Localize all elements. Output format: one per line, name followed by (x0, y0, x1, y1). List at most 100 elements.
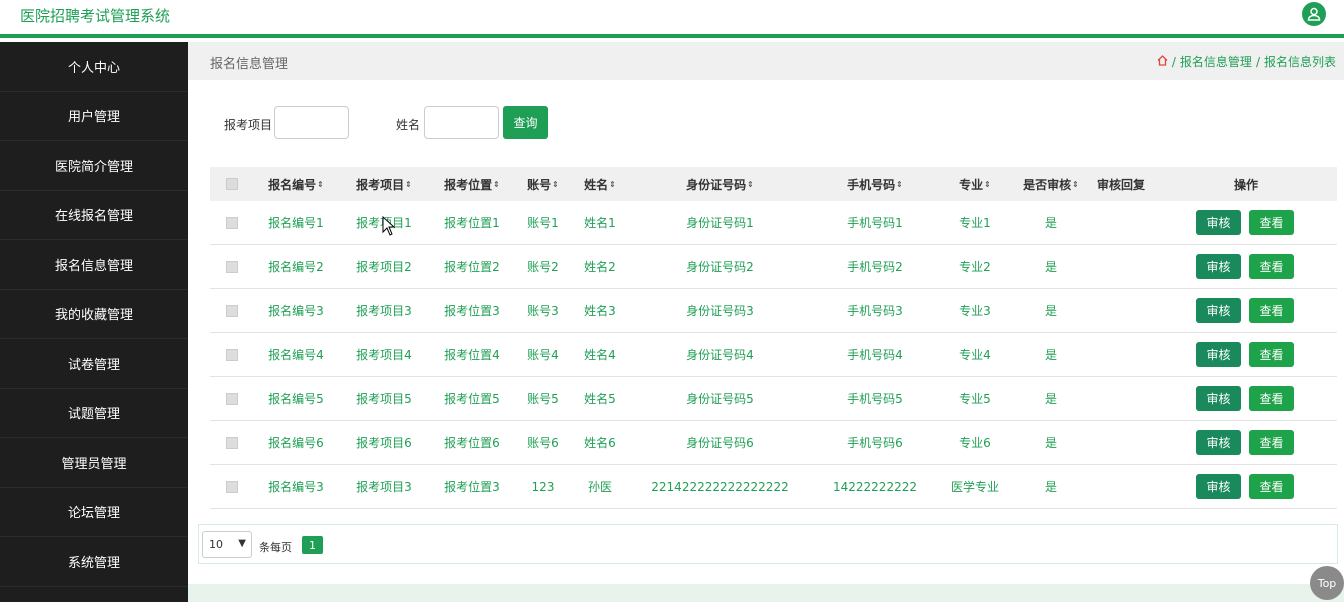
audit-button[interactable]: 审核 (1196, 342, 1241, 367)
column-header-label: 账号 (527, 177, 552, 192)
row-checkbox[interactable] (222, 377, 242, 420)
column-header[interactable]: 是否审核 ⇕ (1016, 167, 1086, 201)
sort-icon[interactable]: ⇕ (317, 180, 324, 189)
table-cell: 报名编号5 (268, 392, 324, 406)
table-cell: 专业6 (959, 436, 991, 450)
table-cell: 报考项目2 (356, 260, 412, 274)
column-header[interactable]: 报考位置 ⇕ (432, 167, 512, 201)
row-checkbox[interactable] (222, 245, 242, 288)
sidebar-item[interactable]: 用户管理 (0, 92, 188, 141)
view-button[interactable]: 查看 (1249, 386, 1294, 411)
sidebar-item[interactable]: 系统管理 (0, 537, 188, 587)
table-cell: 报名编号3 (268, 480, 324, 494)
table-cell: 报考位置4 (444, 348, 500, 362)
table-cell (1086, 289, 1156, 332)
audit-button[interactable]: 审核 (1196, 210, 1241, 235)
sidebar-item[interactable]: 在线报名管理 (0, 191, 188, 240)
column-header[interactable]: 姓名 ⇕ (570, 167, 630, 201)
table-row: 报名编号3 报考项目3 报考位置3 账号3 姓名3 身份证号码3 手机号码3 专业3 是 审核 查看 (210, 289, 1337, 333)
select-all-checkbox[interactable] (222, 167, 242, 201)
view-button[interactable]: 查看 (1249, 298, 1294, 323)
sort-icon[interactable]: ⇕ (493, 180, 500, 189)
sort-icon[interactable]: ⇕ (405, 180, 412, 189)
table-cell: 是 (1044, 436, 1057, 450)
table-cell: 是 (1044, 348, 1057, 362)
column-header[interactable]: 身份证号码 ⇕ (645, 167, 795, 201)
row-checkbox[interactable] (222, 421, 242, 464)
query-button[interactable]: 查询 (503, 106, 548, 139)
page-size-value: 10 (209, 538, 223, 551)
chevron-down-icon: ▼ (238, 538, 246, 549)
name-input[interactable] (424, 106, 499, 139)
sort-icon[interactable]: ⇕ (984, 180, 991, 189)
table-cell: 账号6 (527, 436, 559, 450)
sidebar-item[interactable]: 管理员管理 (0, 438, 188, 488)
sidebar-item[interactable]: 个人中心 (0, 42, 188, 92)
table-cell: 手机号码2 (847, 260, 903, 274)
audit-button[interactable]: 审核 (1196, 474, 1241, 499)
view-button[interactable]: 查看 (1249, 254, 1294, 279)
table-cell: 账号4 (527, 348, 559, 362)
column-header[interactable]: 账号 ⇕ (518, 167, 568, 201)
sidebar-item[interactable]: 试题管理 (0, 389, 188, 438)
table-cell: 姓名2 (584, 260, 616, 274)
sidebar-item[interactable]: 论坛管理 (0, 488, 188, 537)
mouse-cursor-icon (382, 215, 396, 239)
table-cell: 姓名1 (584, 216, 616, 230)
column-header-label: 报考项目 (356, 177, 405, 192)
breadcrumb-level1[interactable]: 报名信息管理 (1180, 53, 1252, 70)
audit-button[interactable]: 审核 (1196, 386, 1241, 411)
page-size-select[interactable]: 10 ▼ (202, 531, 252, 558)
row-checkbox[interactable] (222, 465, 242, 508)
sidebar-item[interactable]: 我的收藏管理 (0, 290, 188, 339)
table-cell: 账号2 (527, 260, 559, 274)
sort-icon[interactable]: ⇕ (896, 180, 903, 189)
column-header[interactable]: 报考项目 ⇕ (344, 167, 424, 201)
table-cell (1086, 201, 1156, 244)
sidebar-item[interactable]: 医院简介管理 (0, 141, 188, 191)
table-cell: 报考位置1 (444, 216, 500, 230)
row-checkbox[interactable] (222, 333, 242, 376)
home-icon[interactable] (1157, 54, 1168, 69)
table-cell (1086, 333, 1156, 376)
column-header-label: 姓名 (584, 177, 609, 192)
audit-button[interactable]: 审核 (1196, 430, 1241, 455)
table-cell: 姓名4 (584, 348, 616, 362)
audit-button[interactable]: 审核 (1196, 298, 1241, 323)
table-cell: 报名编号4 (268, 348, 324, 362)
sidebar-item[interactable]: 试卷管理 (0, 339, 188, 389)
sort-icon[interactable]: ⇕ (1072, 180, 1079, 189)
table-cell: 专业4 (959, 348, 991, 362)
table-row: 报名编号1报考项目1报考位置1账号1姓名1身份证号码1手机号码1专业1是审核查看 (210, 201, 1337, 245)
table-cell (1086, 377, 1156, 420)
project-label: 报考项目 (224, 118, 273, 132)
table-cell: 是 (1044, 304, 1057, 318)
table-cell: 手机号码5 (847, 392, 903, 406)
column-header[interactable]: 专业 ⇕ (940, 167, 1010, 201)
sort-icon[interactable]: ⇕ (609, 180, 616, 189)
row-checkbox[interactable] (222, 289, 242, 332)
sort-icon[interactable]: ⇕ (747, 180, 754, 189)
project-input[interactable] (274, 106, 349, 139)
table-cell: 是 (1044, 216, 1057, 230)
row-checkbox[interactable] (222, 201, 242, 244)
sidebar-item[interactable]: 报名信息管理 (0, 240, 188, 290)
page-number-button[interactable]: 1 (302, 536, 323, 554)
table-row: 报名编号4 报考项目4 报考位置4 账号4 姓名4 身份证号码4 手机号码4 专业4 是 审核 查看 (210, 333, 1337, 377)
sort-icon[interactable]: ⇕ (552, 180, 559, 189)
view-button[interactable]: 查看 (1249, 474, 1294, 499)
user-avatar-icon[interactable] (1302, 2, 1326, 26)
main-content: 报名信息管理 / 报名信息管理 / 报名信息列表 报考项目 姓名 查询 报名编号… (188, 42, 1344, 602)
column-header[interactable]: 手机号码 ⇕ (820, 167, 930, 201)
table-cell: 221422222222222222 (651, 479, 789, 494)
column-header[interactable]: 报名编号 ⇕ (256, 167, 336, 201)
view-button[interactable]: 查看 (1249, 210, 1294, 235)
back-to-top-button[interactable]: Top (1310, 566, 1344, 600)
view-button[interactable]: 查看 (1249, 342, 1294, 367)
table-cell: 报考位置3 (444, 304, 500, 318)
view-button[interactable]: 查看 (1249, 430, 1294, 455)
audit-button[interactable]: 审核 (1196, 254, 1241, 279)
search-form: 报考项目 姓名 查询 (188, 106, 788, 140)
breadcrumb-separator: / (1255, 54, 1260, 69)
breadcrumb-level2: 报名信息列表 (1263, 55, 1336, 69)
